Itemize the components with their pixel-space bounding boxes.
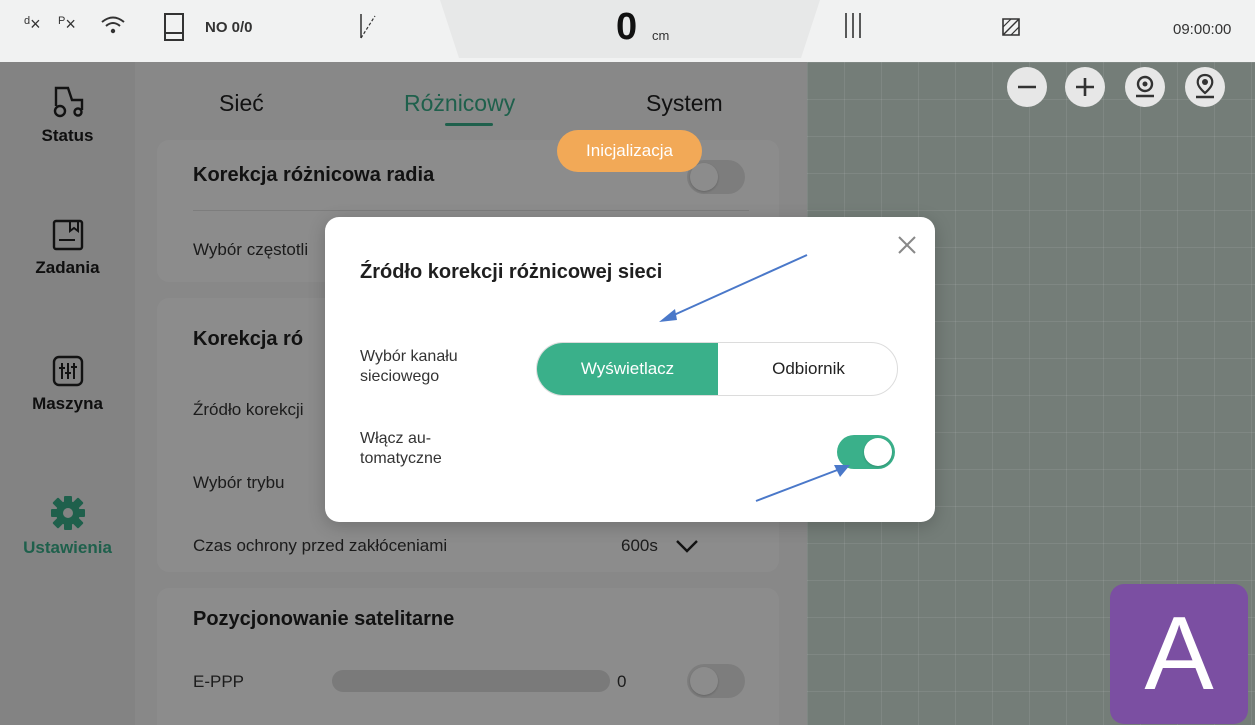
zoom-in-button[interactable] xyxy=(1065,67,1105,107)
initialization-badge: Inicjalizacja xyxy=(557,130,702,172)
signal-bars-icon xyxy=(843,10,865,44)
locate-icon xyxy=(1136,75,1154,98)
task-file-icon xyxy=(163,12,185,46)
heading-icon xyxy=(358,10,378,46)
close-icon[interactable] xyxy=(893,231,921,259)
channel-option-display[interactable]: Wyświetlacz xyxy=(537,343,718,395)
zoom-in-icon xyxy=(1076,78,1094,96)
person-location-button[interactable] xyxy=(1185,67,1225,107)
network-channel-segmented-control: Wyświetlacz Odbiornik xyxy=(536,342,898,396)
annotation-arrow-icon xyxy=(659,254,808,322)
zoom-out-button[interactable] xyxy=(1007,67,1047,107)
field-boundary-icon xyxy=(1000,16,1022,42)
channel-option-receiver[interactable]: Odbiornik xyxy=(718,343,897,395)
network-correction-source-dialog: Źródło korekcji różnicowej sieci Wybór k… xyxy=(325,217,935,522)
auto-enable-label: Włącz au- tomatyczne xyxy=(360,430,442,467)
wifi-icon xyxy=(100,14,126,40)
distance-value: 0 xyxy=(616,6,638,48)
network-channel-label: Wybór kanału sieciowego xyxy=(360,348,458,385)
distance-unit: cm xyxy=(652,28,670,43)
clock: 09:00:00 xyxy=(1173,21,1232,38)
person-location-icon xyxy=(1196,73,1214,99)
auto-mode-badge[interactable]: A xyxy=(1110,584,1248,724)
status-bar: d× P× NO 0/0 0 cm 09:00:00 xyxy=(0,0,1255,62)
task-count: NO 0/0 xyxy=(205,19,253,36)
dialog-title: Źródło korekcji różnicowej sieci xyxy=(360,261,663,283)
signal-p-icon: P× xyxy=(58,14,76,34)
annotation-arrow-icon xyxy=(755,465,850,502)
locate-button[interactable] xyxy=(1125,67,1165,107)
zoom-out-icon xyxy=(1018,85,1036,89)
signal-d-icon: d× xyxy=(24,14,41,34)
